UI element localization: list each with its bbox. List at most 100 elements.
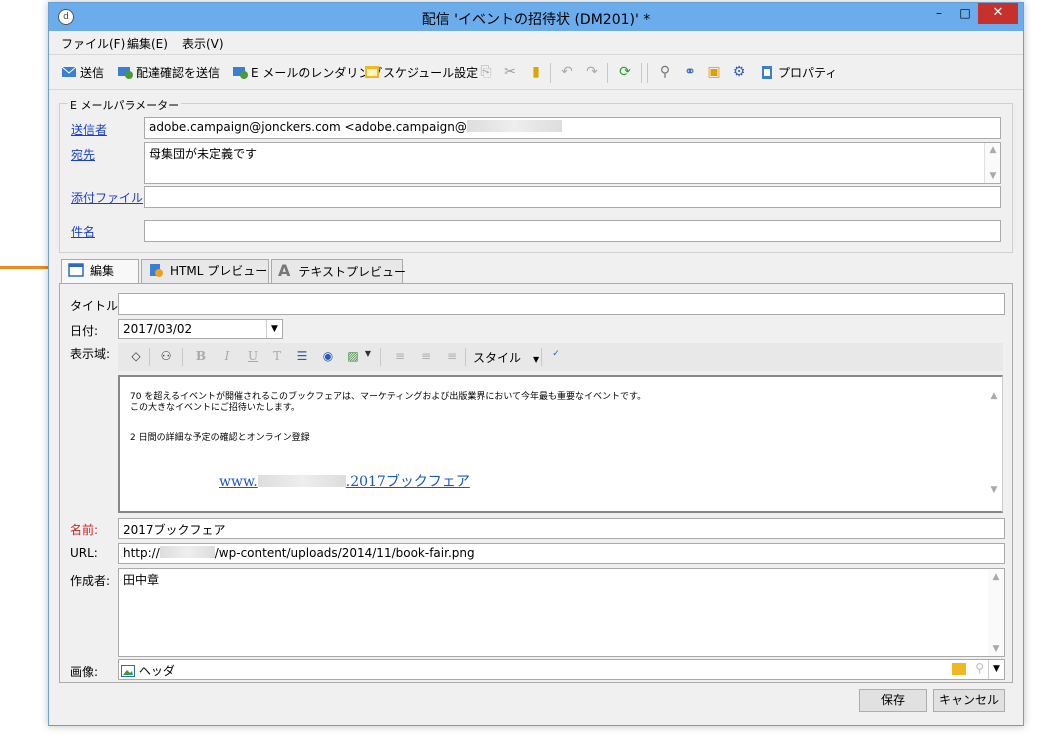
image-field[interactable]: ヘッダ ⚲ ▼ xyxy=(118,659,1005,680)
tab-html-preview-label: HTML プレビュー xyxy=(170,264,268,278)
title-label: タイトル: xyxy=(70,299,123,313)
save-button[interactable]: 保存 xyxy=(859,689,927,712)
send-proof-button[interactable]: 配達確認を送信 xyxy=(117,64,220,82)
editor-separator xyxy=(541,348,542,366)
scroll-down-icon[interactable]: ▼ xyxy=(986,485,1002,495)
editor-line-3: 2 日間の詳細な予定の確認とオンライン登録 xyxy=(130,433,310,443)
redo-icon[interactable]: ↷ xyxy=(584,64,600,80)
close-button[interactable]: ✕ xyxy=(978,3,1018,24)
subject-field[interactable] xyxy=(144,220,1001,242)
menu-view[interactable]: 表示(V) xyxy=(182,35,224,52)
date-picker[interactable]: 2017/03/02 ▼ xyxy=(118,319,283,339)
editor-toolbar: ◇ ⚇ B I U T ☰ ◉ ▨ ▼ ≡ ≡ ≡ スタイル ▼ ✓ xyxy=(118,343,1003,371)
underline-icon[interactable]: U xyxy=(245,349,261,363)
html-editor-area[interactable]: 70 を超えるイベントが開催されるこのブックフェアは、マーケティングおよび出版業… xyxy=(118,375,1003,513)
image-label: 画像: xyxy=(70,665,99,679)
editor-link[interactable]: www. .2017ブックフェア xyxy=(219,471,470,491)
title-bar[interactable]: d 配信 'イベントの招待状 (DM201)' * – □ ✕ xyxy=(49,3,1023,31)
author-label: 作成者: xyxy=(70,574,111,588)
title-input[interactable] xyxy=(118,293,1005,315)
align-right-icon[interactable]: ≡ xyxy=(444,349,460,363)
tab-html-preview[interactable]: HTML プレビュー xyxy=(141,259,269,283)
insert-image-icon[interactable]: ▨ xyxy=(345,349,361,363)
undo-icon[interactable]: ↶ xyxy=(559,64,575,80)
toolbar-separator xyxy=(641,63,642,83)
tab-text-preview[interactable]: A テキストプレビュー xyxy=(271,259,407,283)
subject-link[interactable]: 件名 xyxy=(71,223,95,240)
attachment-field[interactable] xyxy=(144,186,1001,208)
url-input[interactable]: http:// /wp-content/uploads/2014/11/book-… xyxy=(118,543,1005,564)
chevron-down-icon[interactable]: ▼ xyxy=(988,660,1004,679)
schedule-button[interactable]: スケジュール設定 xyxy=(364,64,478,82)
from-field[interactable]: adobe.campaign@jonckers.com <adobe.campa… xyxy=(144,117,1001,139)
tab-text-preview-label: テキストプレビュー xyxy=(298,265,407,279)
main-toolbar: 送信 配達確認を送信 E メールのレンダリング スケジュール設定 ⎘ ✂ ▮ ↶… xyxy=(49,54,1023,90)
link-icon[interactable]: ⚭ xyxy=(682,64,698,80)
cut-icon[interactable]: ✂ xyxy=(502,64,518,80)
scroll-up-icon[interactable]: ▲ xyxy=(985,145,1000,155)
editor-content: 70 を超えるイベントが開催されるこのブックフェアは、マーケティングおよび出版業… xyxy=(130,392,646,444)
properties-button[interactable]: プロパティ xyxy=(759,64,837,82)
editor-link-prefix: www. xyxy=(219,474,258,490)
paste-icon[interactable]: ▮ xyxy=(528,64,544,80)
binoculars-icon[interactable]: ⚇ xyxy=(158,349,174,363)
editor-scrollbar[interactable]: ▲ ▼ xyxy=(986,377,1002,511)
scroll-down-icon[interactable]: ▼ xyxy=(985,171,1000,181)
scroll-down-icon[interactable]: ▼ xyxy=(988,644,1004,654)
editor-separator xyxy=(182,348,183,366)
redacted-block xyxy=(159,546,215,558)
insert-link-icon[interactable]: ◉ xyxy=(320,349,336,363)
envelope-check-icon xyxy=(233,67,248,79)
source-code-icon[interactable]: ◇ xyxy=(128,349,144,363)
display-area-label: 表示域: xyxy=(70,347,111,361)
copy-icon[interactable]: ⎘ xyxy=(478,64,494,80)
to-value: 母集団が未定義です xyxy=(149,147,258,161)
scroll-up-icon[interactable]: ▲ xyxy=(988,572,1004,582)
editor-line-1: 70 を超えるイベントが開催されるこのブックフェアは、マーケティングおよび出版業… xyxy=(130,392,647,402)
align-left-icon[interactable]: ≡ xyxy=(392,349,408,363)
gift-icon[interactable]: ▣ xyxy=(706,64,722,80)
scroll-up-icon[interactable]: ▲ xyxy=(986,391,1002,401)
url-suffix: /wp-content/uploads/2014/11/book-fair.pn… xyxy=(214,546,475,560)
to-field[interactable]: 母集団が未定義です ▲ ▼ xyxy=(144,142,1001,184)
tab-edit-label: 編集 xyxy=(90,264,115,278)
to-scrollbar[interactable]: ▲ ▼ xyxy=(984,143,1000,183)
toolbar-separator xyxy=(647,63,648,83)
from-value: adobe.campaign@jonckers.com <adobe.campa… xyxy=(149,120,467,134)
italic-icon[interactable]: I xyxy=(219,349,235,363)
spellcheck-icon[interactable]: ✓ xyxy=(548,349,564,359)
email-rendering-label: E メールのレンダリング xyxy=(251,66,383,80)
editor-line-2: この大きなイベントにご招待いたします。 xyxy=(130,403,300,413)
tab-edit[interactable]: 編集 xyxy=(61,259,139,284)
author-textarea[interactable]: 田中章 ▲ ▼ xyxy=(118,568,1005,657)
menu-file[interactable]: ファイル(F) xyxy=(61,35,125,52)
from-link[interactable]: 送信者 xyxy=(71,121,107,138)
url-label: URL: xyxy=(70,546,98,560)
cancel-button[interactable]: キャンセル xyxy=(933,689,1005,712)
author-scrollbar[interactable]: ▲ ▼ xyxy=(988,569,1004,656)
to-link[interactable]: 宛先 xyxy=(71,146,95,163)
search-icon[interactable]: ⚲ xyxy=(975,661,984,675)
envelope-icon xyxy=(61,66,77,77)
maximize-button[interactable]: □ xyxy=(953,3,977,24)
folder-icon[interactable] xyxy=(952,663,966,675)
clear-format-icon[interactable]: T xyxy=(269,349,285,363)
bold-icon[interactable]: B xyxy=(193,349,209,363)
editor-separator xyxy=(380,348,381,366)
attachment-link[interactable]: 添付ファイル xyxy=(71,189,143,206)
name-input[interactable]: 2017ブックフェア xyxy=(118,518,1005,539)
window-icon xyxy=(68,263,84,277)
menu-edit[interactable]: 編集(E) xyxy=(127,35,168,52)
tracking-icon[interactable]: ⚙ xyxy=(731,64,747,80)
align-center-icon[interactable]: ≡ xyxy=(418,349,434,363)
minimize-button[interactable]: – xyxy=(927,3,951,24)
editor-separator xyxy=(149,348,150,366)
chevron-down-icon[interactable]: ▼ xyxy=(363,349,373,358)
bullet-list-icon[interactable]: ☰ xyxy=(294,349,310,363)
style-dropdown[interactable]: スタイル ▼ xyxy=(473,349,539,366)
refresh-icon[interactable]: ⟳ xyxy=(617,64,633,80)
send-button[interactable]: 送信 xyxy=(61,64,104,82)
paperclip-icon[interactable]: ⚲ xyxy=(657,64,673,80)
email-rendering-button[interactable]: E メールのレンダリング xyxy=(232,64,382,82)
chevron-down-icon[interactable]: ▼ xyxy=(266,320,282,338)
